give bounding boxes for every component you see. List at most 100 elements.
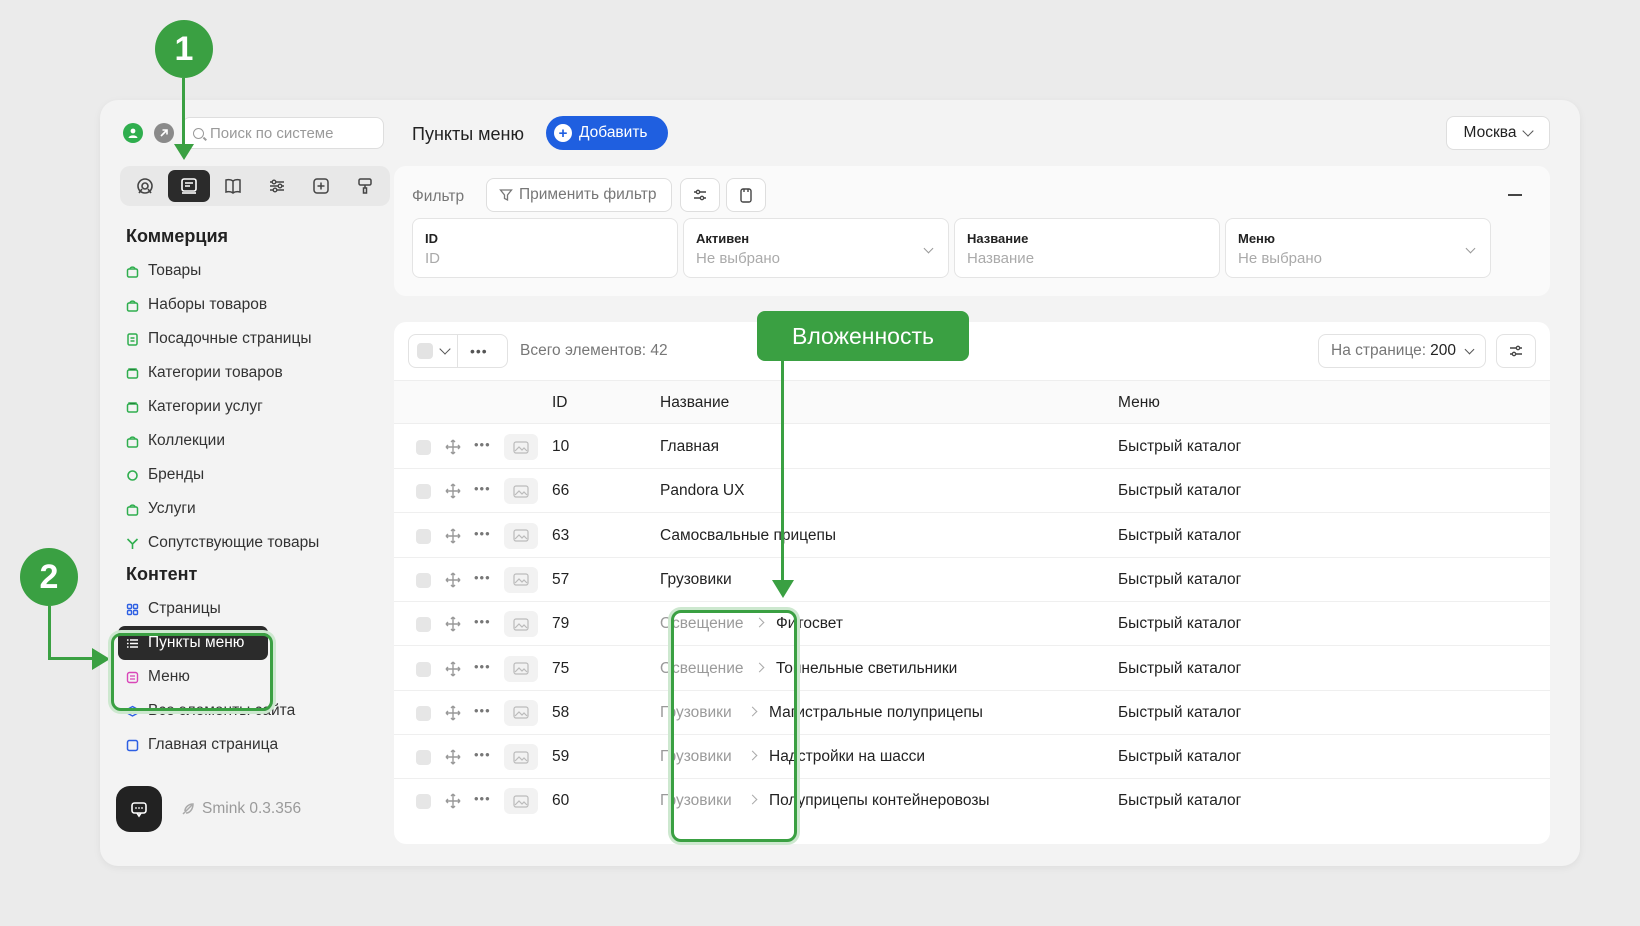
- sidebar-item-badge[interactable]: Бренды: [126, 458, 319, 492]
- collapse-filter-button[interactable]: [1508, 194, 1522, 196]
- sidebar-item-page[interactable]: Посадочные страницы: [126, 322, 319, 356]
- row-more-icon[interactable]: •••: [474, 614, 491, 629]
- row-more-icon[interactable]: •••: [474, 570, 491, 585]
- column-header-name[interactable]: Название: [660, 394, 729, 412]
- add-button[interactable]: + Добавить: [546, 116, 668, 150]
- row-name[interactable]: Полуприцепы контейнеровозы: [769, 792, 990, 810]
- sidebar-item-folder[interactable]: Категории товаров: [126, 356, 319, 390]
- row-name[interactable]: Грузовики: [660, 571, 732, 589]
- row-more-icon[interactable]: •••: [474, 747, 491, 762]
- drag-handle-icon[interactable]: [444, 571, 462, 594]
- search-input[interactable]: Поиск по системе: [182, 117, 384, 149]
- sidebar-item-folder[interactable]: Категории услуг: [126, 390, 319, 424]
- apply-filter-button[interactable]: Применить фильтр: [486, 178, 672, 212]
- row-name[interactable]: Pandora UX: [660, 482, 744, 500]
- image-placeholder-icon[interactable]: [504, 655, 538, 682]
- table-row[interactable]: ••• 63 Самосвальные прицепы Быстрый катал…: [394, 514, 1550, 558]
- user-icon[interactable]: [123, 123, 143, 143]
- row-checkbox[interactable]: [416, 794, 431, 810]
- image-placeholder-icon[interactable]: [504, 744, 538, 771]
- column-header-id[interactable]: ID: [552, 394, 568, 412]
- sidebar-item-square[interactable]: Главная страница: [126, 728, 295, 762]
- table-row[interactable]: ••• 66 Pandora UX Быстрый каталог: [394, 469, 1550, 514]
- table-row[interactable]: ••• 75 Освещение Тоннельные светильники Б…: [394, 647, 1550, 691]
- main-content: Пункты меню + Добавить Москва Фильтр При…: [394, 100, 1570, 866]
- sidebar-item-grid[interactable]: Страницы: [126, 592, 295, 626]
- image-placeholder-icon[interactable]: [504, 478, 538, 505]
- save-filter-button[interactable]: [726, 178, 766, 212]
- drag-handle-icon[interactable]: [444, 615, 462, 638]
- row-more-icon[interactable]: •••: [474, 703, 491, 718]
- row-name[interactable]: Самосвальные прицепы: [660, 527, 836, 545]
- row-checkbox[interactable]: [416, 617, 431, 633]
- row-more-icon[interactable]: •••: [474, 437, 491, 452]
- image-placeholder-icon[interactable]: [504, 788, 538, 815]
- drag-handle-icon[interactable]: [444, 748, 462, 771]
- app-window: Поиск по системе Коммерция Товары Наборы…: [100, 100, 1580, 866]
- image-placeholder-icon[interactable]: [504, 611, 538, 638]
- book-icon[interactable]: [212, 170, 254, 202]
- select-all-checkbox[interactable]: [417, 343, 433, 359]
- row-checkbox[interactable]: [416, 484, 431, 500]
- column-header-menu[interactable]: Меню: [1118, 394, 1160, 412]
- chat-button[interactable]: [116, 786, 162, 832]
- row-checkbox[interactable]: [416, 705, 431, 721]
- sidebar-item-bag[interactable]: Услуги: [126, 492, 319, 526]
- drag-handle-icon[interactable]: [444, 660, 462, 683]
- add-square-icon[interactable]: [300, 170, 342, 202]
- drag-handle-icon[interactable]: [444, 704, 462, 727]
- row-checkbox[interactable]: [416, 440, 431, 455]
- filter-settings-button[interactable]: [680, 178, 720, 212]
- row-more-icon[interactable]: •••: [474, 791, 491, 806]
- drag-handle-icon[interactable]: [444, 482, 462, 505]
- image-placeholder-icon[interactable]: [504, 566, 538, 593]
- filter-field-label: Меню: [1238, 231, 1276, 246]
- content-module-icon[interactable]: [168, 170, 210, 202]
- row-checkbox[interactable]: [416, 572, 431, 588]
- row-checkbox[interactable]: [416, 750, 431, 766]
- sidebar-item-bag[interactable]: Наборы товаров: [126, 288, 319, 322]
- row-more-icon[interactable]: •••: [474, 659, 491, 674]
- image-placeholder-icon[interactable]: [504, 699, 538, 726]
- row-checkbox[interactable]: [416, 528, 431, 544]
- more-icon[interactable]: •••: [470, 343, 488, 359]
- city-select[interactable]: Москва: [1446, 116, 1550, 150]
- row-checkbox[interactable]: [416, 661, 431, 677]
- table-row[interactable]: ••• 10 Главная Быстрый каталог: [394, 425, 1550, 469]
- filter-field-1[interactable]: Активен Не выбрано: [683, 218, 949, 278]
- paint-roller-icon[interactable]: [344, 170, 386, 202]
- table-row[interactable]: ••• 59 Грузовики Надстройки на шасси Быст…: [394, 735, 1550, 780]
- annotation-badge-2: 2: [20, 548, 78, 606]
- row-more-icon[interactable]: •••: [474, 481, 491, 496]
- dashboard-icon[interactable]: [124, 170, 166, 202]
- filter-field-3[interactable]: Меню Не выбрано: [1225, 218, 1491, 278]
- image-placeholder-icon[interactable]: [504, 434, 538, 460]
- per-page-select[interactable]: На странице: 200: [1318, 334, 1486, 368]
- filter-field-placeholder: ID: [425, 250, 440, 267]
- drag-handle-icon[interactable]: [444, 438, 462, 461]
- row-name[interactable]: Магистральные полуприцепы: [769, 704, 983, 722]
- row-name[interactable]: Главная: [660, 438, 719, 456]
- sidebar-item-bag[interactable]: Коллекции: [126, 424, 319, 458]
- external-link-icon[interactable]: [154, 123, 174, 143]
- sidebar-item-bag[interactable]: Товары: [126, 254, 319, 288]
- row-name[interactable]: Тоннельные светильники: [776, 660, 957, 678]
- bulk-select-button[interactable]: •••: [408, 334, 508, 368]
- sidebar-item-merge[interactable]: Сопутствующие товары: [126, 526, 319, 560]
- image-placeholder-icon[interactable]: [504, 522, 538, 549]
- table-row[interactable]: ••• 58 Грузовики Магистральные полуприцеп…: [394, 691, 1550, 735]
- filter-field-placeholder: Название: [967, 250, 1035, 267]
- table-settings-button[interactable]: [1496, 334, 1536, 368]
- table-row[interactable]: ••• 57 Грузовики Быстрый каталог: [394, 558, 1550, 602]
- table-row[interactable]: ••• 79 Освещение Фитосвет Быстрый каталог: [394, 602, 1550, 647]
- drag-handle-icon[interactable]: [444, 527, 462, 550]
- row-more-icon[interactable]: •••: [474, 526, 491, 541]
- bag-icon: [126, 503, 139, 516]
- row-id: 59: [552, 748, 570, 766]
- commerce-nav: Товары Наборы товаров Посадочные страницы К…: [126, 254, 319, 560]
- table-row[interactable]: ••• 60 Грузовики Полуприцепы контейнерово…: [394, 779, 1550, 823]
- sliders-icon[interactable]: [256, 170, 298, 202]
- filter-field-2[interactable]: Название Название: [954, 218, 1220, 278]
- drag-handle-icon[interactable]: [444, 792, 462, 815]
- filter-field-0[interactable]: ID ID: [412, 218, 678, 278]
